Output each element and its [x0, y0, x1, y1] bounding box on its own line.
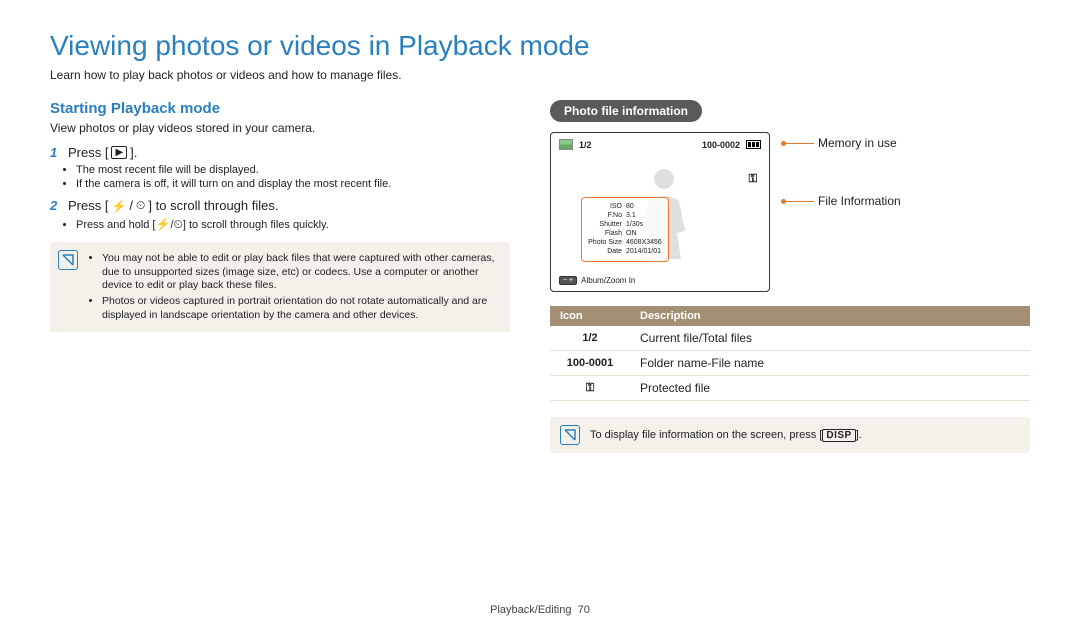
th-desc: Description: [630, 306, 1030, 326]
icon-table: IconDescription 1/2Current file/Total fi…: [550, 306, 1030, 401]
step-number: 2: [50, 198, 62, 213]
note-box: You may not be able to edit or play back…: [50, 242, 510, 332]
zoom-label: Album/Zoom In: [581, 276, 635, 285]
intro-text: Learn how to play back photos or videos …: [50, 68, 1030, 82]
step-1: 1 Press [ ▶ ].: [50, 145, 510, 160]
lcd-preview: 1/2 100-0002 ⚿ ISO80 F.No3.1 Shutter1/30…: [550, 132, 770, 292]
step-2: 2 Press [ ⚡ / ⏲ ] to scroll through file…: [50, 198, 510, 213]
folder-name: 100-0002: [702, 140, 740, 150]
table-row: 1/2Current file/Total files: [550, 326, 1030, 351]
note-item: You may not be able to edit or play back…: [102, 252, 500, 293]
step-text: Press [: [68, 145, 108, 160]
leader-line: [784, 201, 814, 202]
bullet: If the camera is off, it will turn on an…: [76, 178, 510, 190]
timer-icon: ⏲: [136, 198, 145, 213]
th-icon: Icon: [550, 306, 630, 326]
left-column: Starting Playback mode View photos or pl…: [50, 100, 510, 453]
disp-button-icon: DISP: [822, 429, 855, 442]
section-pill: Photo file information: [550, 100, 702, 122]
file-count: 1/2: [579, 140, 592, 150]
lead-text: View photos or play videos stored in you…: [50, 121, 510, 135]
page-title: Viewing photos or videos in Playback mod…: [50, 30, 1030, 62]
note-item: Photos or videos captured in portrait or…: [102, 295, 500, 322]
leader-label: Memory in use: [818, 136, 897, 150]
bullet: Press and hold [⚡/⏲] to scroll through f…: [76, 217, 510, 232]
note-icon: [58, 250, 78, 270]
table-row: ⚿Protected file: [550, 376, 1030, 401]
table-row: 100-0001Folder name-File name: [550, 351, 1030, 376]
right-column: Photo file information 1/2 100-0002: [550, 100, 1030, 453]
flash-icon: ⚡: [156, 217, 171, 231]
key-icon: ⚿: [749, 173, 757, 186]
sep: /: [129, 198, 133, 213]
step-text: ].: [130, 145, 137, 160]
subheading: Starting Playback mode: [50, 100, 510, 117]
leader-line: [784, 143, 814, 144]
note-icon: [560, 425, 580, 445]
key-icon: ⚿: [586, 382, 594, 394]
timer-icon: ⏲: [174, 217, 183, 231]
tip-box: To display file information on the scree…: [550, 417, 1030, 453]
page-footer: Playback/Editing 70: [0, 604, 1080, 616]
step-text: ] to scroll through files.: [148, 198, 278, 213]
zoom-button-icon: − +: [559, 276, 577, 285]
step-number: 1: [50, 145, 62, 160]
leader-label: File Information: [818, 194, 901, 208]
battery-icon: [746, 140, 761, 149]
bullet: The most recent file will be displayed.: [76, 164, 510, 176]
thumb-icon: [559, 139, 573, 150]
play-icon: ▶: [111, 146, 127, 159]
step-text: Press [: [68, 198, 108, 213]
file-info-box: ISO80 F.No3.1 Shutter1/30s FlashON Photo…: [581, 197, 669, 262]
flash-icon: ⚡: [111, 199, 126, 213]
